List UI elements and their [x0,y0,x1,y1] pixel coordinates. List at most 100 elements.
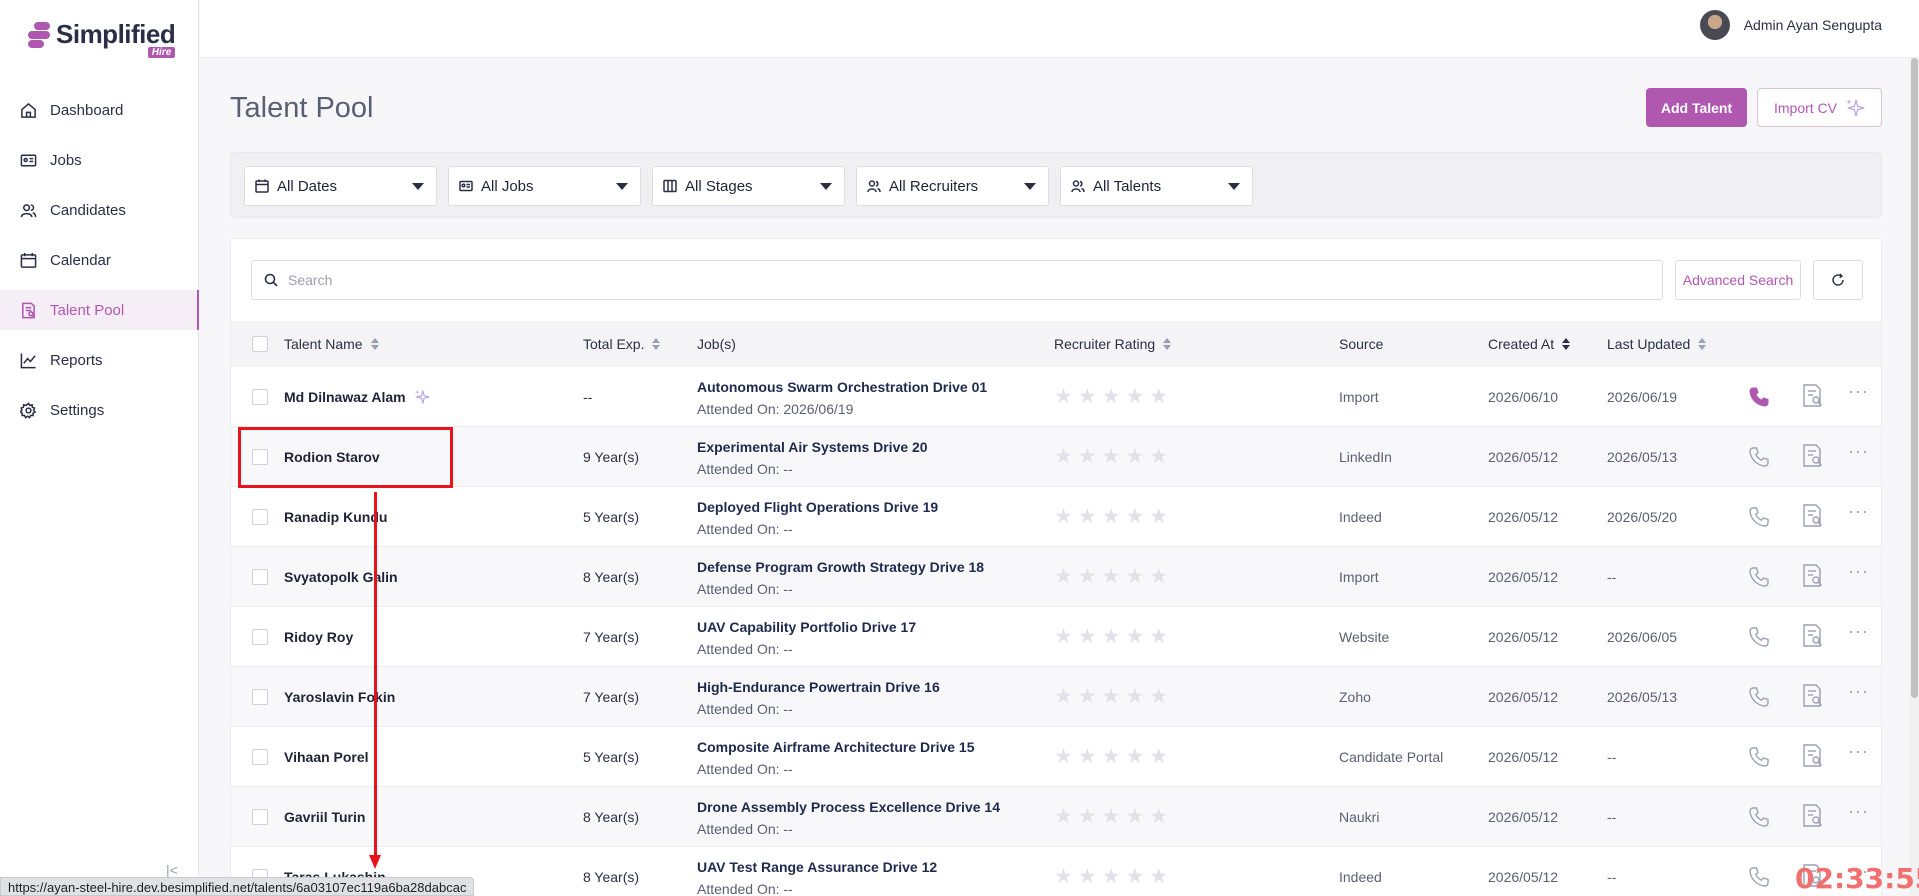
star-icon[interactable]: ★ [1125,626,1144,647]
refresh-button[interactable] [1813,260,1863,300]
job-title[interactable]: Autonomous Swarm Orchestration Drive 01 [697,379,987,395]
job-title[interactable]: UAV Test Range Assurance Drive 12 [697,859,937,875]
table-row[interactable]: Svyatopolk Galin 8 Year(s) Defense Program… [231,547,1881,607]
star-icon[interactable]: ★ [1102,866,1121,887]
job-title[interactable]: High-Endurance Powertrain Drive 16 [697,679,940,695]
talent-name-link[interactable]: Yaroslavin Fokin [284,689,395,705]
job-title[interactable]: Experimental Air Systems Drive 20 [697,439,928,455]
job-title[interactable]: Deployed Flight Operations Drive 19 [697,499,938,515]
sidebar-item-jobs[interactable]: Jobs [0,140,199,180]
search-input[interactable] [288,272,1588,288]
row-checkbox[interactable] [252,749,268,765]
phone-icon[interactable] [1747,805,1771,829]
star-icon[interactable]: ★ [1078,446,1097,467]
star-icon[interactable]: ★ [1102,686,1121,707]
more-options-icon[interactable]: ··· [1848,381,1869,402]
more-options-icon[interactable]: ··· [1848,621,1869,642]
filter-recruiters[interactable]: All Recruiters [856,166,1049,206]
collapse-sidebar-icon[interactable]: |< [166,862,178,878]
sidebar-item-reports[interactable]: Reports [0,340,199,380]
table-row[interactable]: Taras Lukashin8 Year(s)UAV Test Range As… [231,847,1881,896]
star-icon[interactable]: ★ [1149,506,1168,527]
star-icon[interactable]: ★ [1078,686,1097,707]
star-icon[interactable]: ★ [1054,746,1073,767]
star-icon[interactable]: ★ [1149,446,1168,467]
recruiter-rating[interactable]: ★ ★ ★ ★ ★ [1054,746,1168,767]
star-icon[interactable]: ★ [1078,806,1097,827]
recruiter-rating[interactable]: ★ ★ ★ ★ ★ [1054,686,1168,707]
row-checkbox[interactable] [252,629,268,645]
star-icon[interactable]: ★ [1125,386,1144,407]
table-row[interactable]: Md Dilnawaz Alam -- Autonomous Swarm Orche… [231,367,1881,427]
job-title[interactable]: Composite Airframe Architecture Drive 15 [697,739,975,755]
row-checkbox[interactable] [252,689,268,705]
star-icon[interactable]: ★ [1125,806,1144,827]
table-row[interactable]: Gavriil Turin 8 Year(s) Drone Assembly Pro… [231,787,1881,847]
job-title[interactable]: Defense Program Growth Strategy Drive 18 [697,559,984,575]
star-icon[interactable]: ★ [1125,746,1144,767]
star-icon[interactable]: ★ [1149,566,1168,587]
search-box[interactable] [251,260,1663,300]
star-icon[interactable]: ★ [1125,566,1144,587]
resume-view-icon[interactable] [1801,803,1825,829]
star-icon[interactable]: ★ [1102,566,1121,587]
scrollbar-thumb[interactable] [1911,58,1918,698]
more-options-icon[interactable]: ··· [1848,501,1869,522]
talent-name-link[interactable]: Gavriil Turin [284,809,365,825]
filter-dates[interactable]: All Dates [244,166,437,206]
star-icon[interactable]: ★ [1054,866,1073,887]
talent-name-link[interactable]: Vihaan Porel [284,749,369,765]
star-icon[interactable]: ★ [1078,746,1097,767]
recruiter-rating[interactable]: ★ ★ ★ ★ ★ [1054,566,1168,587]
star-icon[interactable]: ★ [1102,446,1121,467]
row-checkbox[interactable] [252,569,268,585]
row-checkbox[interactable] [252,509,268,525]
star-icon[interactable]: ★ [1149,806,1168,827]
talent-name-link[interactable]: Ridoy Roy [284,629,353,645]
star-icon[interactable]: ★ [1102,746,1121,767]
recruiter-rating[interactable]: ★ ★ ★ ★ ★ [1054,806,1168,827]
star-icon[interactable]: ★ [1125,446,1144,467]
advanced-search-button[interactable]: Advanced Search [1675,260,1801,300]
star-icon[interactable]: ★ [1054,626,1073,647]
more-options-icon[interactable]: ··· [1848,561,1869,582]
brand-logo[interactable]: Simplified Hire [28,20,176,58]
job-title[interactable]: Drone Assembly Process Excellence Drive … [697,799,1000,815]
recruiter-rating[interactable]: ★ ★ ★ ★ ★ [1054,506,1168,527]
star-icon[interactable]: ★ [1054,506,1073,527]
star-icon[interactable]: ★ [1078,626,1097,647]
more-options-icon[interactable]: ··· [1848,681,1869,702]
star-icon[interactable]: ★ [1054,386,1073,407]
select-all-checkbox[interactable] [252,336,268,352]
star-icon[interactable]: ★ [1054,446,1073,467]
table-row[interactable]: Yaroslavin Fokin 7 Year(s) High-Endurance … [231,667,1881,727]
star-icon[interactable]: ★ [1102,626,1121,647]
resume-view-icon[interactable] [1801,503,1825,529]
resume-view-icon[interactable] [1801,683,1825,709]
sidebar-item-dashboard[interactable]: Dashboard [0,90,199,130]
resume-view-icon[interactable] [1801,743,1825,769]
table-row[interactable]: Rodion Starov 9 Year(s) Experimental Air S… [231,427,1881,487]
col-total-exp[interactable]: Total Exp. [583,336,661,352]
resume-view-icon[interactable] [1801,443,1825,469]
star-icon[interactable]: ★ [1125,866,1144,887]
recruiter-rating[interactable]: ★ ★ ★ ★ ★ [1054,446,1168,467]
row-checkbox[interactable] [252,809,268,825]
recruiter-rating[interactable]: ★ ★ ★ ★ ★ [1054,386,1168,407]
more-options-icon[interactable]: ··· [1848,801,1869,822]
star-icon[interactable]: ★ [1102,806,1121,827]
star-icon[interactable]: ★ [1078,386,1097,407]
star-icon[interactable]: ★ [1149,386,1168,407]
star-icon[interactable]: ★ [1149,626,1168,647]
phone-icon[interactable] [1747,685,1771,709]
sidebar-item-talent-pool[interactable]: Talent Pool [0,290,199,330]
phone-icon[interactable] [1747,385,1771,409]
phone-icon[interactable] [1747,445,1771,469]
table-row[interactable]: Ranadip Kundu 5 Year(s) Deployed Flight Op… [231,487,1881,547]
star-icon[interactable]: ★ [1078,866,1097,887]
recruiter-rating[interactable]: ★ ★ ★ ★ ★ [1054,866,1168,887]
resume-view-icon[interactable] [1801,623,1825,649]
talent-name-link[interactable]: Ranadip Kundu [284,509,387,525]
table-row[interactable]: Vihaan Porel 5 Year(s) Composite Airframe … [231,727,1881,787]
talent-name-link[interactable]: Svyatopolk Galin [284,569,398,585]
